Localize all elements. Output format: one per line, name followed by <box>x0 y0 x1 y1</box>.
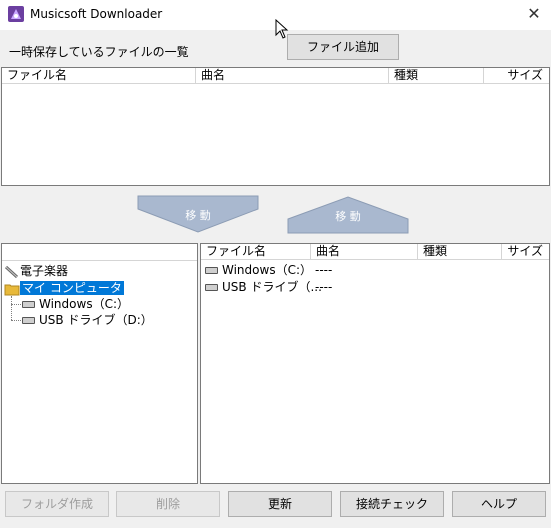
new-folder-button[interactable]: フォルダ作成 <box>5 491 109 517</box>
column-header-title[interactable]: 曲名 <box>311 244 418 259</box>
tree-item-drive-d-label: USB ドライブ（D:） <box>39 313 153 327</box>
app-logo-icon <box>8 6 24 22</box>
add-file-button[interactable]: ファイル追加 <box>287 34 399 60</box>
mouse-cursor-icon <box>275 19 289 39</box>
column-header-size[interactable]: サイズ <box>502 244 549 259</box>
tree-item-my-computer-label: マイ コンピュータ <box>20 281 124 295</box>
tree-item-my-computer[interactable]: マイ コンピュータ <box>4 280 124 296</box>
list-row-name: USB ドライブ（... <box>222 280 322 294</box>
drive-icon <box>205 267 218 274</box>
temp-file-list-header: ファイル名 曲名 種類 サイズ <box>2 68 549 84</box>
column-header-filename[interactable]: ファイル名 <box>2 68 196 83</box>
move-up-label: 移 動 <box>335 210 361 223</box>
tree-item-instrument-label: 電子楽器 <box>20 264 69 278</box>
instrument-icon <box>4 265 19 278</box>
tree-connector-line <box>11 304 21 305</box>
list-row[interactable]: USB ドライブ（... <box>205 279 545 295</box>
drive-icon <box>22 301 35 308</box>
device-tree-header <box>2 244 197 261</box>
refresh-button[interactable]: 更新 <box>228 491 332 517</box>
tree-item-drive-d[interactable]: USB ドライブ（D:） <box>22 312 153 328</box>
device-tree[interactable]: 電子楽器 マイ コンピュータ Windows（C:） USB ドライブ（D:） <box>1 243 198 484</box>
tree-connector-line <box>11 296 12 320</box>
folder-icon <box>4 284 20 295</box>
drive-icon <box>205 284 218 291</box>
move-down-label: 移 動 <box>185 209 211 222</box>
close-icon[interactable]: ✕ <box>520 3 548 27</box>
temp-file-list[interactable]: ファイル名 曲名 種類 サイズ <box>1 67 550 186</box>
delete-button[interactable]: 削除 <box>116 491 220 517</box>
tree-item-drive-c[interactable]: Windows（C:） <box>22 296 129 312</box>
column-header-size[interactable]: サイズ <box>484 68 549 83</box>
column-header-type[interactable]: 種類 <box>389 68 484 83</box>
computer-file-list-header: ファイル名 曲名 種類 サイズ <box>201 244 549 260</box>
tree-item-drive-c-label: Windows（C:） <box>39 297 129 311</box>
tree-item-instrument[interactable]: 電子楽器 <box>4 263 68 279</box>
column-header-filename[interactable]: ファイル名 <box>201 244 311 259</box>
list-row[interactable]: Windows（C:） <box>205 262 545 278</box>
drive-icon <box>22 317 35 324</box>
list-row-title: ---- <box>315 263 333 277</box>
help-button[interactable]: ヘルプ <box>452 491 546 517</box>
window-title: Musicsoft Downloader <box>30 7 163 21</box>
temp-files-label: 一時保存しているファイルの一覧 <box>9 45 189 59</box>
list-row-name: Windows（C:） <box>222 263 312 277</box>
tree-connector-line <box>11 320 21 321</box>
connection-check-button[interactable]: 接続チェック <box>340 491 444 517</box>
column-header-title[interactable]: 曲名 <box>196 68 389 83</box>
list-row-title: ---- <box>315 280 333 294</box>
column-header-type[interactable]: 種類 <box>418 244 502 259</box>
computer-file-list[interactable]: ファイル名 曲名 種類 サイズ Windows（C:） ---- USB ドライ… <box>200 243 550 484</box>
